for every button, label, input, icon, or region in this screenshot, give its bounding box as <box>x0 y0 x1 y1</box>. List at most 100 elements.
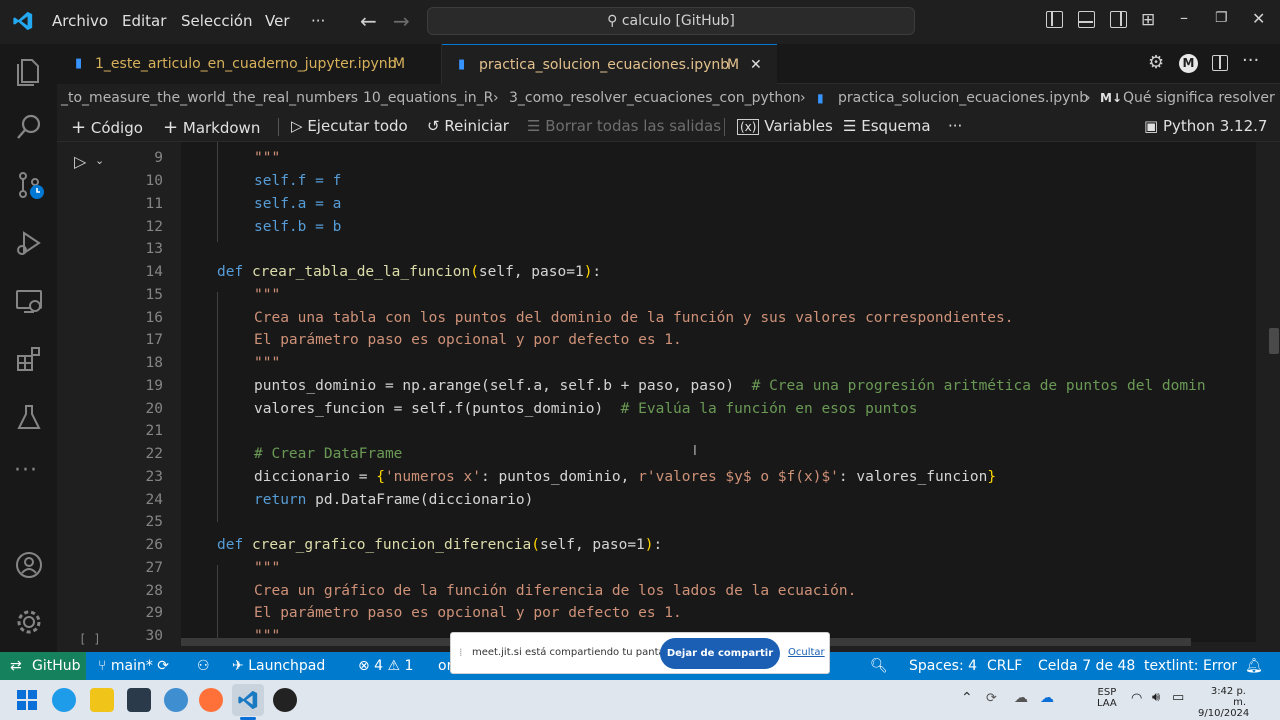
tab-practica-solucion[interactable]: ▮ practica_solucion_ecuaciones.ipynb M ✕ <box>442 44 777 84</box>
line-number: 26 <box>145 537 163 553</box>
remote-icon: ⇄ <box>10 658 22 674</box>
vertical-scrollbar-thumb[interactable] <box>1269 328 1279 354</box>
cell-position-status[interactable]: Celda 7 de 48 <box>1038 652 1135 680</box>
menu-seleccion[interactable]: Selección <box>181 12 253 30</box>
marp-m-icon[interactable]: M <box>1179 54 1198 73</box>
stop-sharing-button[interactable]: Dejar de compartir <box>660 638 780 669</box>
clock[interactable]: 3:42 p. m. 9/10/2024 <box>1198 686 1249 719</box>
store-icon[interactable] <box>127 688 151 712</box>
back-arrow-icon[interactable]: ← <box>360 9 377 33</box>
search-icon[interactable] <box>14 112 44 142</box>
extensions-icon[interactable] <box>14 344 44 374</box>
tray-chevron-up-icon[interactable]: ⌃ <box>961 690 973 706</box>
more-actions-icon[interactable]: ··· <box>1242 50 1259 71</box>
menu-archivo[interactable]: Archivo <box>52 12 108 30</box>
modified-badge: M <box>393 56 406 72</box>
search-icon: ⚲ <box>607 13 622 29</box>
eol-status[interactable]: CRLF <box>987 652 1022 680</box>
keyboard-language[interactable]: ESP LAA <box>1097 687 1117 709</box>
textlint-status[interactable]: textlint: Error <box>1144 652 1237 680</box>
code-line-10: self.f = f <box>254 173 342 189</box>
remote-indicator[interactable]: ⇄ GitHub <box>0 652 86 680</box>
restart-button[interactable]: ↺ Reiniciar <box>427 117 509 135</box>
wifi-icon[interactable]: ◠ <box>1131 691 1142 706</box>
settings-gear-icon[interactable]: ⚙ <box>1148 52 1164 73</box>
drag-handle-icon[interactable]: ⁞ <box>459 646 463 659</box>
explorer-icon[interactable] <box>14 56 44 86</box>
split-editor-icon[interactable] <box>1212 55 1228 71</box>
outline-button[interactable]: ☰ Esquema <box>843 117 931 135</box>
breadcrumb-folder-1[interactable]: _to_measure_the_world_the_real_numbers <box>61 84 358 112</box>
line-number: 23 <box>145 469 163 485</box>
toolbar-more-button[interactable]: ··· <box>948 117 962 135</box>
run-cell-icon[interactable]: ▷ <box>74 152 86 171</box>
clear-outputs-button[interactable]: ☰ Borrar todas las salidas <box>527 117 721 135</box>
variables-icon: (x) <box>737 119 760 135</box>
menu-ver[interactable]: Ver <box>265 12 290 30</box>
indentation-status[interactable]: Spaces: 4 <box>909 652 977 680</box>
account-icon[interactable] <box>14 550 44 580</box>
line-number: 14 <box>145 264 163 280</box>
breadcrumb-folder-2[interactable]: 10_equations_in_R <box>363 84 493 112</box>
branch-status[interactable]: ⑂ main* ⟳ <box>98 652 169 680</box>
battery-icon[interactable]: ▭ <box>1172 690 1184 705</box>
breadcrumb-section[interactable]: Qué significa resolver u <box>1123 84 1280 112</box>
problems-status[interactable]: ⊗ 4 ⚠ 1 <box>358 652 413 680</box>
zoom-search-icon[interactable]: 🔍︎ <box>870 652 888 680</box>
file-explorer-icon[interactable] <box>90 688 114 712</box>
minimize-icon[interactable]: – <box>1180 8 1188 27</box>
line-number: 19 <box>145 378 163 394</box>
vscode-taskbar-item[interactable] <box>232 684 264 716</box>
chevron-down-icon[interactable]: ⌄ <box>95 154 104 167</box>
toggle-sidebar-icon[interactable] <box>1046 11 1063 28</box>
indent-guide <box>217 565 218 645</box>
firefox-icon[interactable] <box>199 688 223 712</box>
menu-editar[interactable]: Editar <box>122 12 166 30</box>
manage-gear-icon[interactable] <box>14 607 44 637</box>
windows-start-icon[interactable] <box>17 690 37 710</box>
toggle-panel-icon[interactable] <box>1078 11 1095 28</box>
customize-layout-icon[interactable]: ⊞ <box>1141 10 1155 30</box>
chevron-right-icon: › <box>493 90 499 106</box>
line-number: 18 <box>145 355 163 371</box>
recording-app-icon[interactable] <box>273 688 297 712</box>
kernel-picker[interactable]: ▣ Python 3.12.7 <box>1144 117 1267 135</box>
git-graph-icon[interactable]: ⚇ <box>197 652 210 680</box>
chevron-right-icon: › <box>345 90 351 106</box>
notebook-file-icon: ▮ <box>458 57 466 72</box>
notebook-editor[interactable]: ▷ ⌄ [ ] 9 10 11 12 13 14 15 16 17 18 19 … <box>57 142 1280 652</box>
source-control-icon[interactable] <box>14 170 44 200</box>
toolbar-divider <box>724 118 725 136</box>
forward-arrow-icon[interactable]: → <box>393 9 410 33</box>
hide-share-bar-link[interactable]: Ocultar <box>788 647 825 658</box>
maximize-icon[interactable]: ❐ <box>1215 10 1228 26</box>
testing-flask-icon[interactable] <box>14 402 44 432</box>
close-tab-icon[interactable]: ✕ <box>750 45 762 85</box>
volume-icon[interactable]: 🔊︎ <box>1152 690 1160 705</box>
run-all-button[interactable]: ▷ Ejecutar todo <box>291 117 408 135</box>
toggle-secondary-sidebar-icon[interactable] <box>1110 11 1127 28</box>
onedrive-icon[interactable]: ☁ <box>1040 690 1054 706</box>
launchpad-status[interactable]: ✈ Launchpad <box>232 652 325 680</box>
app-icon[interactable] <box>164 688 188 712</box>
add-markdown-cell-button[interactable]: + Markdown <box>163 117 260 138</box>
add-code-cell-button[interactable]: + Código <box>71 117 143 138</box>
breadcrumb-file[interactable]: practica_solucion_ecuaciones.ipynb <box>838 84 1088 112</box>
github-label: GitHub <box>32 658 81 674</box>
notifications-bell-icon[interactable]: 🔔︎ <box>1245 652 1263 680</box>
code-line-15: """ <box>254 287 281 303</box>
breadcrumb-folder-3[interactable]: 3_como_resolver_ecuaciones_con_python <box>509 84 801 112</box>
tray-app-icon[interactable]: ⟳ <box>986 691 997 706</box>
edge-browser-icon[interactable] <box>52 688 76 712</box>
tab-cuaderno-jupyter[interactable]: ▮ 1_este_articulo_en_cuaderno_jupyter.ip… <box>57 44 442 84</box>
code-line-9: """ <box>254 150 281 166</box>
more-views-icon[interactable]: ··· <box>14 458 38 483</box>
run-debug-icon[interactable] <box>14 228 44 258</box>
code-line-20: valores_funcion = self.f(puntos_dominio)… <box>254 401 918 417</box>
menu-more[interactable]: ··· <box>311 12 325 30</box>
tray-cloud-icon[interactable]: ☁ <box>1014 690 1028 706</box>
command-center[interactable]: ⚲ calculo [GitHub] <box>427 7 915 35</box>
variables-button[interactable]: (x) Variables <box>737 117 833 135</box>
remote-explorer-icon[interactable] <box>14 286 44 316</box>
close-window-icon[interactable]: ✕ <box>1252 9 1265 28</box>
